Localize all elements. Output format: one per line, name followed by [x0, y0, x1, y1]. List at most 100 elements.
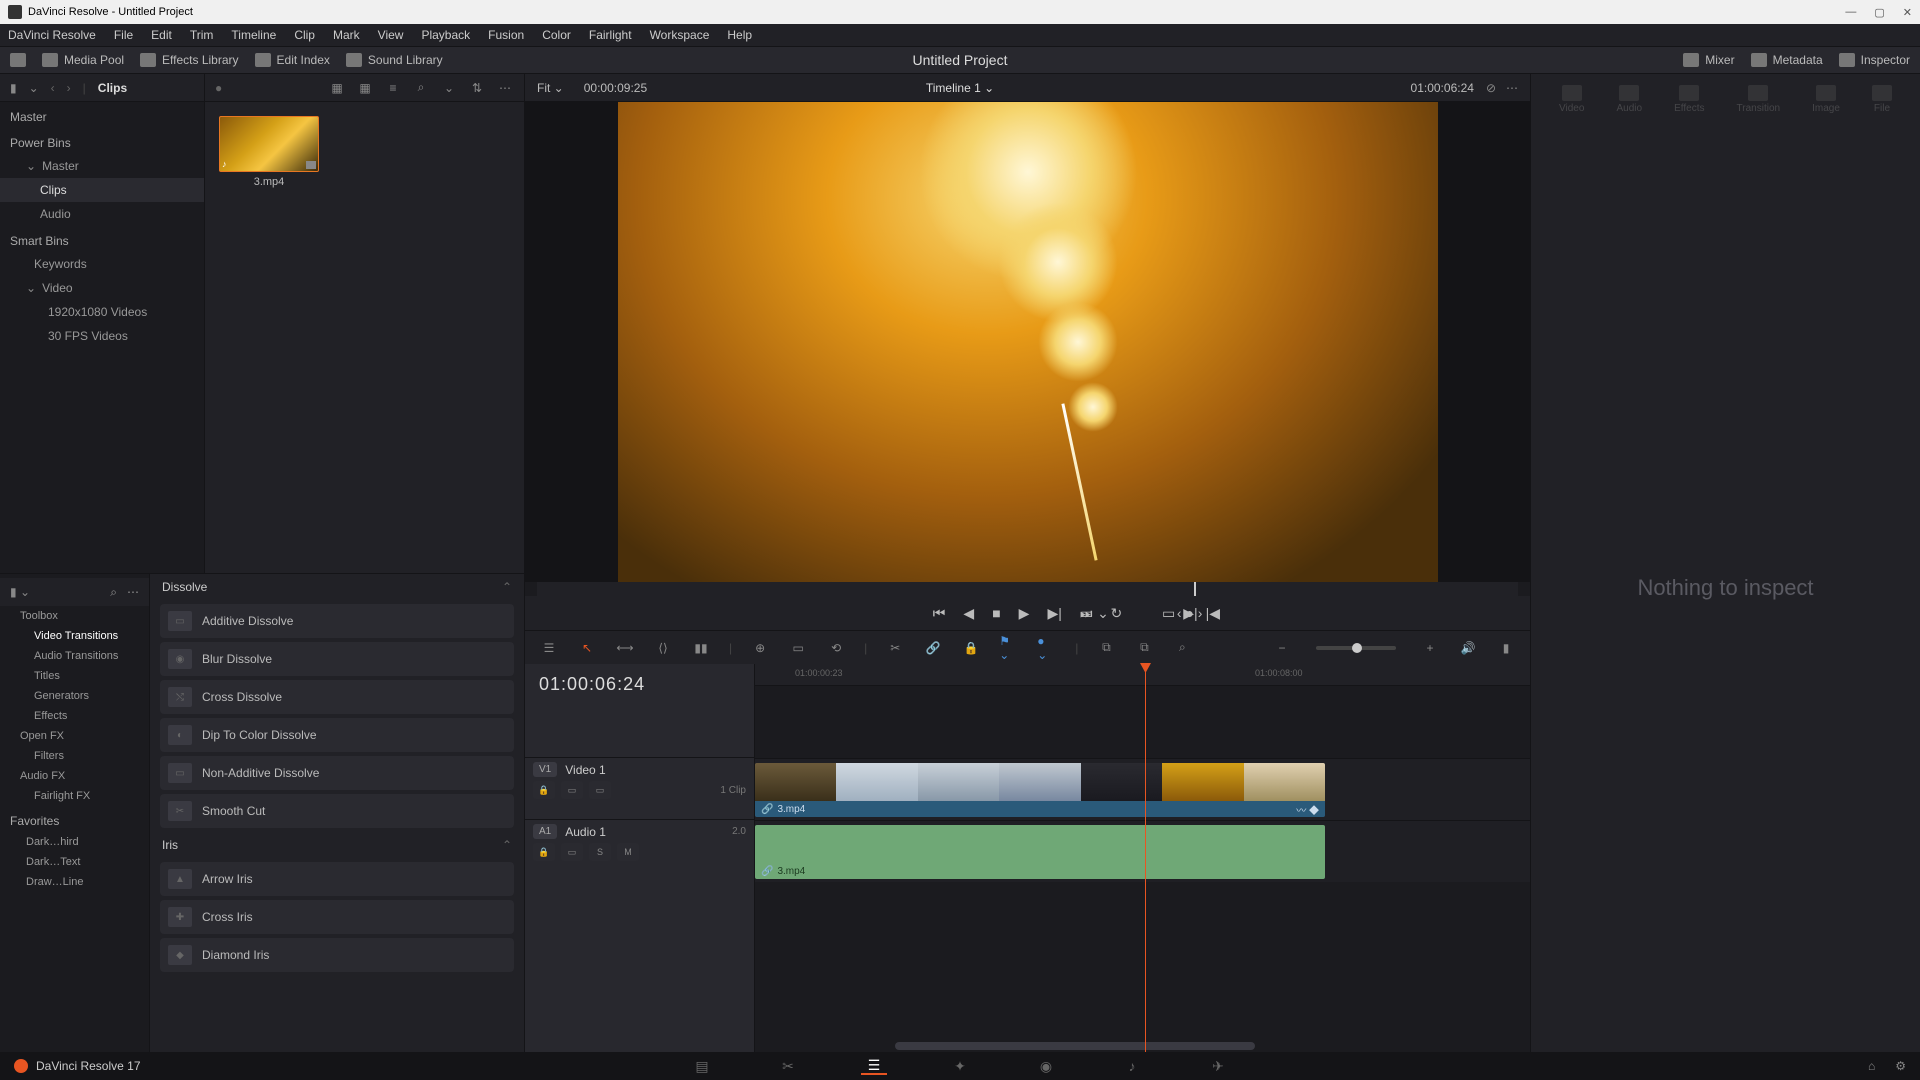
collapse-icon[interactable]: ⌃	[502, 580, 512, 594]
track-tag[interactable]: V1	[533, 762, 557, 777]
edit-page[interactable]: ☰	[861, 1057, 887, 1075]
generators[interactable]: Generators	[0, 686, 149, 706]
fx-dip-color[interactable]: ◐Dip To Color Dissolve	[160, 718, 514, 752]
media-pool-button[interactable]: Media Pool	[42, 53, 124, 67]
search-timeline-icon[interactable]: ⌕	[1172, 639, 1192, 657]
chevron-down-icon[interactable]: ⌄	[29, 81, 39, 95]
disable-track-icon[interactable]: ▭	[589, 781, 611, 799]
smart-keywords[interactable]: Keywords	[0, 252, 204, 276]
bin-audio[interactable]: Audio	[0, 202, 204, 226]
menu-view[interactable]: View	[378, 28, 404, 42]
close-button[interactable]: ✕	[1903, 6, 1912, 19]
titles[interactable]: Titles	[0, 666, 149, 686]
smart-30fps[interactable]: 30 FPS Videos	[0, 324, 204, 348]
fairlight-page[interactable]: ♪	[1119, 1057, 1145, 1075]
viewer-scrubber[interactable]	[537, 582, 1518, 596]
fav-1[interactable]: Dark…hird	[0, 832, 149, 852]
menu-fusion[interactable]: Fusion	[488, 28, 524, 42]
fx-non-additive[interactable]: ▭Non-Additive Dissolve	[160, 756, 514, 790]
replace-clip-icon[interactable]: ⟲	[826, 639, 846, 657]
minimize-button[interactable]: —	[1845, 6, 1856, 19]
solo-button[interactable]: S	[589, 843, 611, 861]
track-name[interactable]: Audio 1	[565, 825, 606, 839]
prev-edit-icon[interactable]: |◀	[1206, 605, 1220, 622]
project-settings-icon[interactable]: ⚙	[1895, 1059, 1906, 1073]
zoom-in-icon[interactable]: +	[1420, 639, 1440, 657]
tab-video[interactable]: Video	[1559, 85, 1584, 114]
timeline-view-icon[interactable]: ☰	[539, 639, 559, 657]
search-icon[interactable]: ⌕	[110, 585, 117, 600]
snapping-icon[interactable]: ⧉	[1096, 639, 1116, 657]
power-master[interactable]: Master	[0, 154, 204, 178]
fx-additive-dissolve[interactable]: ▭Additive Dissolve	[160, 604, 514, 638]
menu-edit[interactable]: Edit	[151, 28, 172, 42]
mute-button[interactable]: M	[617, 843, 639, 861]
maximize-button[interactable]: ▢	[1874, 6, 1884, 19]
timeline-timecode[interactable]: 01:00:06:24	[525, 664, 754, 705]
fx-blur-dissolve[interactable]: ◉Blur Dissolve	[160, 642, 514, 676]
selection-tool[interactable]: ↖	[577, 639, 597, 657]
effects-library-button[interactable]: Effects Library	[140, 53, 238, 67]
panel-toggle-icon[interactable]: ▮ ⌄	[10, 585, 30, 599]
fusion-page[interactable]: ✦	[947, 1057, 973, 1075]
more-icon[interactable]: ⋯	[1506, 81, 1518, 95]
menu-mark[interactable]: Mark	[333, 28, 360, 42]
audio-clip[interactable]: 🔗3.mp4	[755, 825, 1325, 879]
trim-tool[interactable]: ⟷	[615, 639, 635, 657]
media-page[interactable]: ▤	[689, 1057, 715, 1075]
metadata-view-icon[interactable]: ▦	[328, 80, 346, 96]
deliver-page[interactable]: ✈	[1205, 1057, 1231, 1075]
lock-icon[interactable]: 🔒	[961, 639, 981, 657]
more-icon[interactable]: ⋯	[496, 80, 514, 96]
audiofx-node[interactable]: Audio FX	[0, 766, 149, 786]
tab-audio[interactable]: Audio	[1616, 85, 1642, 114]
next-frame-button[interactable]: ▶|	[1047, 605, 1061, 622]
fx-arrow-iris[interactable]: ▲Arrow Iris	[160, 862, 514, 896]
video-transitions[interactable]: Video Transitions	[0, 626, 149, 646]
menu-davinci[interactable]: DaVinci Resolve	[8, 28, 96, 42]
zoom-fit[interactable]: Fit ⌄	[537, 81, 564, 95]
auto-select-icon[interactable]: ▭	[561, 843, 583, 861]
filters[interactable]: Filters	[0, 746, 149, 766]
dynamic-trim-tool[interactable]: ⟨⟩	[653, 639, 673, 657]
more-icon[interactable]: ⋯	[127, 585, 139, 599]
bypass-icon[interactable]: ⊘	[1486, 81, 1496, 95]
viewer-mode-icon[interactable]: ▭ ⌄	[1080, 605, 1109, 622]
audio-track-lane[interactable]: 🔗3.mp4	[755, 820, 1530, 882]
track-tag[interactable]: A1	[533, 824, 557, 839]
playhead-mark[interactable]	[1194, 582, 1196, 596]
next-edit-icon[interactable]: ▶|	[1183, 605, 1197, 622]
fairlight-fx[interactable]: Fairlight FX	[0, 786, 149, 806]
collapse-icon[interactable]: ⌃	[502, 838, 512, 852]
master-bin[interactable]: Master	[0, 102, 204, 128]
bin-clips[interactable]: Clips	[0, 178, 204, 202]
nav-fwd-icon[interactable]: ›	[67, 81, 71, 95]
audio-monitor-icon[interactable]: 🔊	[1458, 639, 1478, 657]
play-button[interactable]: ▶	[1019, 605, 1030, 622]
single-viewer-icon[interactable]: ▭	[1162, 605, 1175, 622]
thumb-view-icon[interactable]: ▦	[356, 80, 374, 96]
effects[interactable]: Effects	[0, 706, 149, 726]
fx-smooth-cut[interactable]: ✂Smooth Cut	[160, 794, 514, 828]
auto-select-icon[interactable]: ▭	[561, 781, 583, 799]
prev-frame-button[interactable]: ◀	[963, 605, 974, 622]
fx-cross-dissolve[interactable]: ⤭Cross Dissolve	[160, 680, 514, 714]
menu-fairlight[interactable]: Fairlight	[589, 28, 632, 42]
tab-transition[interactable]: Transition	[1737, 85, 1781, 114]
fav-2[interactable]: Dark…Text	[0, 852, 149, 872]
sort-icon[interactable]: ⇅	[468, 80, 486, 96]
mixer-button[interactable]: Mixer	[1683, 53, 1734, 67]
openfx-node[interactable]: Open FX	[0, 726, 149, 746]
video-track-lane[interactable]: 🔗3.mp4〰 ◆	[755, 758, 1530, 820]
lock-icon[interactable]: 🔒	[533, 843, 555, 861]
metadata-button[interactable]: Metadata	[1751, 53, 1823, 67]
list-view-icon[interactable]: ≡	[384, 80, 402, 96]
curve-icon[interactable]: 〰 ◆	[1296, 802, 1319, 817]
fx-diamond-iris[interactable]: ◆Diamond Iris	[160, 938, 514, 972]
tab-effects[interactable]: Effects	[1674, 85, 1704, 114]
group-iris[interactable]: Iris⌃	[150, 832, 524, 858]
video-clip[interactable]: 🔗3.mp4〰 ◆	[755, 763, 1325, 817]
layout-icon[interactable]	[10, 53, 26, 67]
playhead[interactable]	[1145, 664, 1146, 1052]
menu-timeline[interactable]: Timeline	[231, 28, 276, 42]
